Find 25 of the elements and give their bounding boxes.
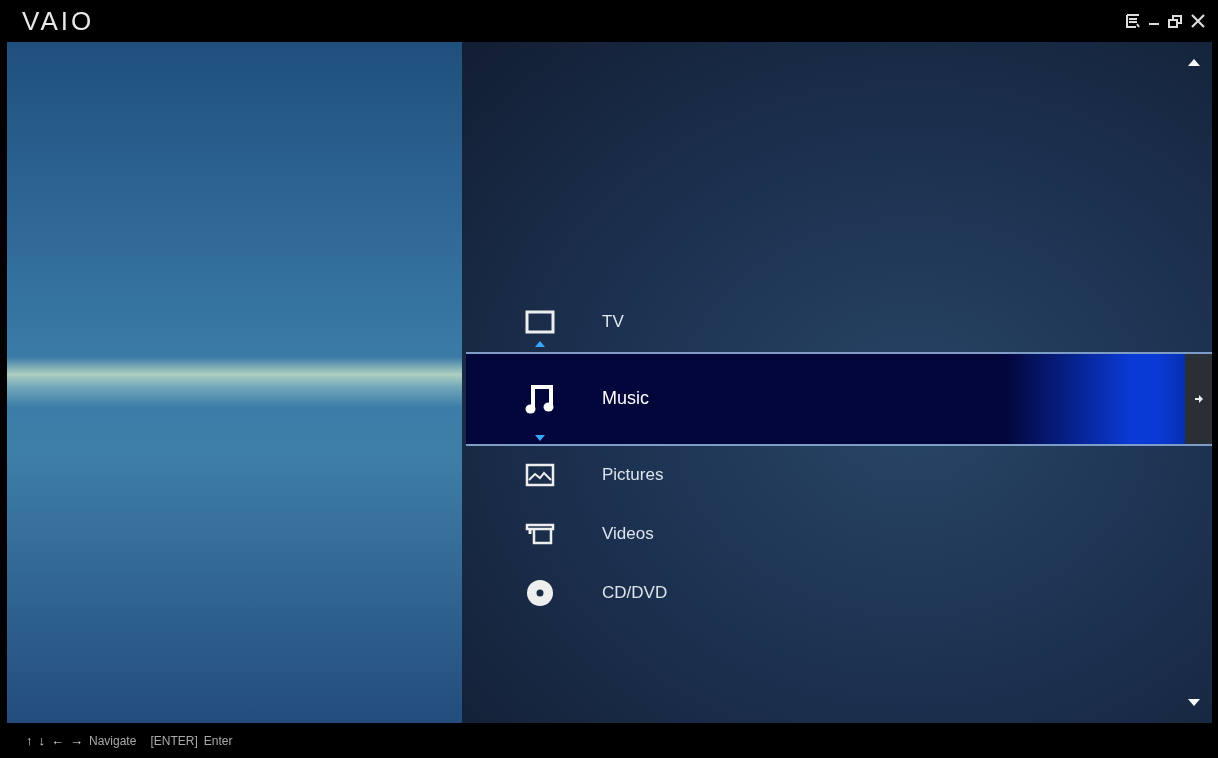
menu-item[interactable]: Pictures (462, 445, 1212, 505)
music-note-icon (525, 382, 555, 415)
enter-key-label: [ENTER] (150, 733, 198, 748)
arrow-key-glyph: ← (51, 733, 64, 748)
arrow-key-glyph: → (70, 733, 83, 748)
picture-icon (525, 463, 555, 487)
tv-icon (525, 310, 555, 334)
logo: VAIO (22, 5, 95, 37)
menu-icon[interactable] (1126, 13, 1140, 29)
scroll-down-icon[interactable] (1188, 699, 1200, 707)
close-icon[interactable] (1190, 13, 1206, 29)
restore-icon[interactable] (1168, 13, 1182, 29)
arrow-key-glyph: ↑ (26, 733, 33, 748)
menu-item[interactable]: Music (466, 351, 1212, 446)
menu-item[interactable]: CD/DVD (462, 563, 1212, 623)
up-arrow-icon (535, 339, 545, 348)
down-arrow-icon (535, 433, 545, 442)
enter-hint: Enter (203, 733, 233, 748)
disc-icon (526, 579, 554, 607)
navigate-hint: Navigate (89, 733, 137, 748)
menu-item[interactable]: Videos (462, 504, 1212, 564)
arrow-key-glyph: ↓ (38, 733, 45, 748)
scroll-up-icon[interactable] (1188, 58, 1200, 66)
menu-item[interactable]: TV (462, 292, 1212, 352)
film-icon (525, 522, 555, 546)
